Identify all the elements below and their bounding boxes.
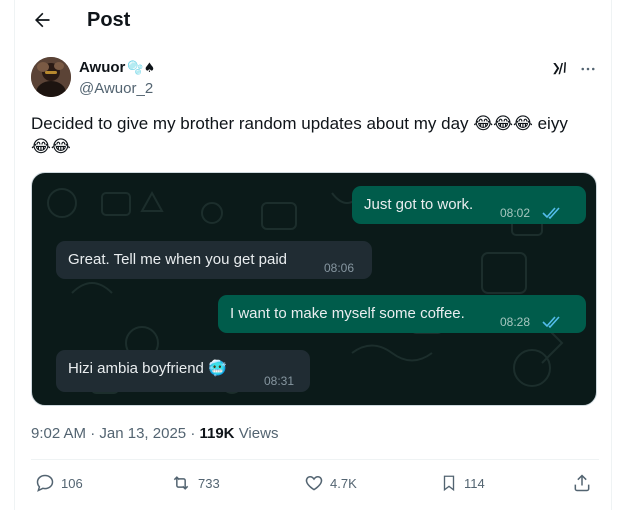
avatar[interactable] [31,57,71,97]
name-emojis: 🫧♠ [127,60,156,76]
double-check-icon [542,316,560,329]
like-button[interactable]: 4.7K [304,470,357,496]
arrow-left-icon [35,12,50,28]
display-name[interactable]: Awuor [79,58,125,78]
share-button[interactable] [572,470,592,496]
like-count: 4.7K [330,475,357,491]
user-handle[interactable]: @Awuor_2 [79,79,153,99]
post-date[interactable]: Jan 13, 2025 [99,425,186,442]
bookmark-icon [443,475,455,492]
post-text-tail: eiyy [532,114,568,133]
share-icon [574,474,590,492]
post-time[interactable]: 9:02 AM [31,425,86,442]
post-text-main: Decided to give my brother random update… [31,114,469,133]
post-text: Decided to give my brother random update… [31,112,599,158]
divider [31,459,599,460]
message-text: Hizi ambia boyfriend [68,360,204,377]
chat-message-incoming-2: Hizi ambia boyfriend 🥶 08:31 [56,350,310,392]
grok-icon [553,62,566,75]
back-button[interactable] [30,8,54,32]
bookmark-button[interactable]: 114 [440,470,485,496]
chat-message-outgoing-1: Just got to work. 08:02 [352,186,586,224]
message-time: 08:31 [264,374,295,388]
laughing-emojis-line2: 😂😂 [31,137,71,157]
cold-face-emoji: 🥶 [208,359,227,377]
more-icon [581,67,595,71]
message-time: 08:02 [500,206,531,220]
bookmark-count: 114 [464,475,485,491]
double-check-icon [542,207,560,220]
chat-screenshot-image[interactable]: Just got to work. 08:02 Great. Tell me w… [31,172,597,406]
page-title: Post [87,9,131,31]
author-name-row: Awuor 🫧♠ [79,58,155,78]
grok-button[interactable] [549,58,571,80]
reply-button[interactable]: 106 [35,470,83,496]
message-text: Just got to work. [364,196,474,213]
laughing-emojis: 😂😂😂 [473,114,533,134]
reply-count: 106 [61,475,83,491]
header-bar: Post [0,0,619,40]
repost-button[interactable]: 733 [170,470,220,496]
reply-icon [36,474,54,492]
views-label: Views [238,425,279,442]
message-text: Great. Tell me when you get paid [68,251,288,268]
message-time: 08:06 [324,261,355,275]
chat-message-outgoing-2: I want to make myself some coffee. 08:28 [218,295,586,333]
repost-icon [173,476,189,490]
message-text: I want to make myself some coffee. [230,305,465,322]
profile-photo [31,57,71,97]
meta-separator: · [90,425,100,442]
more-options-button[interactable] [577,58,599,80]
message-time: 08:28 [500,315,531,329]
heart-icon [305,475,323,491]
post-meta: 9:02 AM · Jan 13, 2025 · 119K Views [31,424,278,444]
repost-count: 733 [198,475,220,491]
views-count: 119K [199,425,235,442]
chat-message-incoming-1: Great. Tell me when you get paid 08:06 [56,241,372,279]
